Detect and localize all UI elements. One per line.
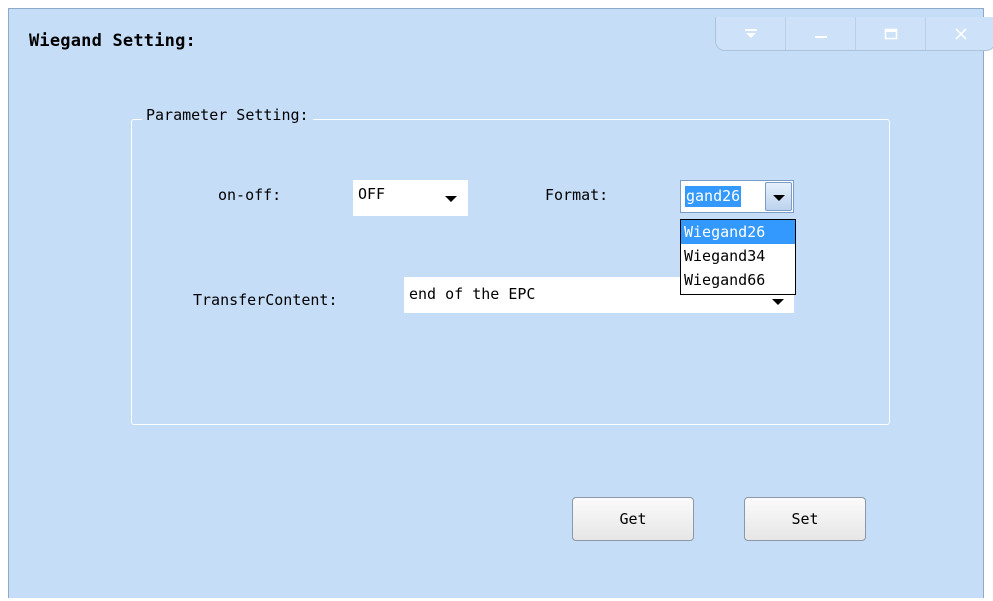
maximize-icon[interactable] (856, 17, 926, 50)
format-option[interactable]: Wiegand26 (681, 220, 795, 244)
onoff-label: on-off: (218, 186, 282, 204)
close-icon[interactable] (926, 17, 993, 50)
chevron-down-icon (772, 299, 784, 305)
get-button[interactable]: Get (572, 497, 694, 541)
chevron-down-icon (773, 195, 785, 201)
transfer-content-value: end of the EPC (409, 285, 536, 303)
onoff-select[interactable]: OFF (353, 180, 468, 216)
parameter-setting-label: Parameter Setting: (142, 106, 313, 124)
format-value: gand26 (685, 186, 742, 207)
menu-icon[interactable] (716, 17, 786, 50)
transfer-content-label: TransferContent: (193, 291, 338, 309)
window-title: Wiegand Setting: (29, 31, 196, 51)
format-label: Format: (545, 186, 609, 204)
minimize-icon[interactable] (786, 17, 856, 50)
format-dropdown-list: Wiegand26 Wiegand34 Wiegand66 (680, 219, 796, 295)
format-select[interactable]: gand26 (680, 180, 794, 213)
window-controls (715, 17, 993, 51)
format-dropdown-button[interactable] (765, 182, 792, 211)
transfer-content-select[interactable]: end of the EPC (404, 277, 680, 313)
set-button[interactable]: Set (744, 497, 866, 541)
format-option[interactable]: Wiegand34 (681, 244, 795, 268)
chevron-down-icon (445, 196, 457, 202)
transfer-content-select-tail[interactable] (680, 295, 794, 313)
onoff-value: OFF (358, 185, 386, 203)
format-option[interactable]: Wiegand66 (681, 268, 795, 292)
